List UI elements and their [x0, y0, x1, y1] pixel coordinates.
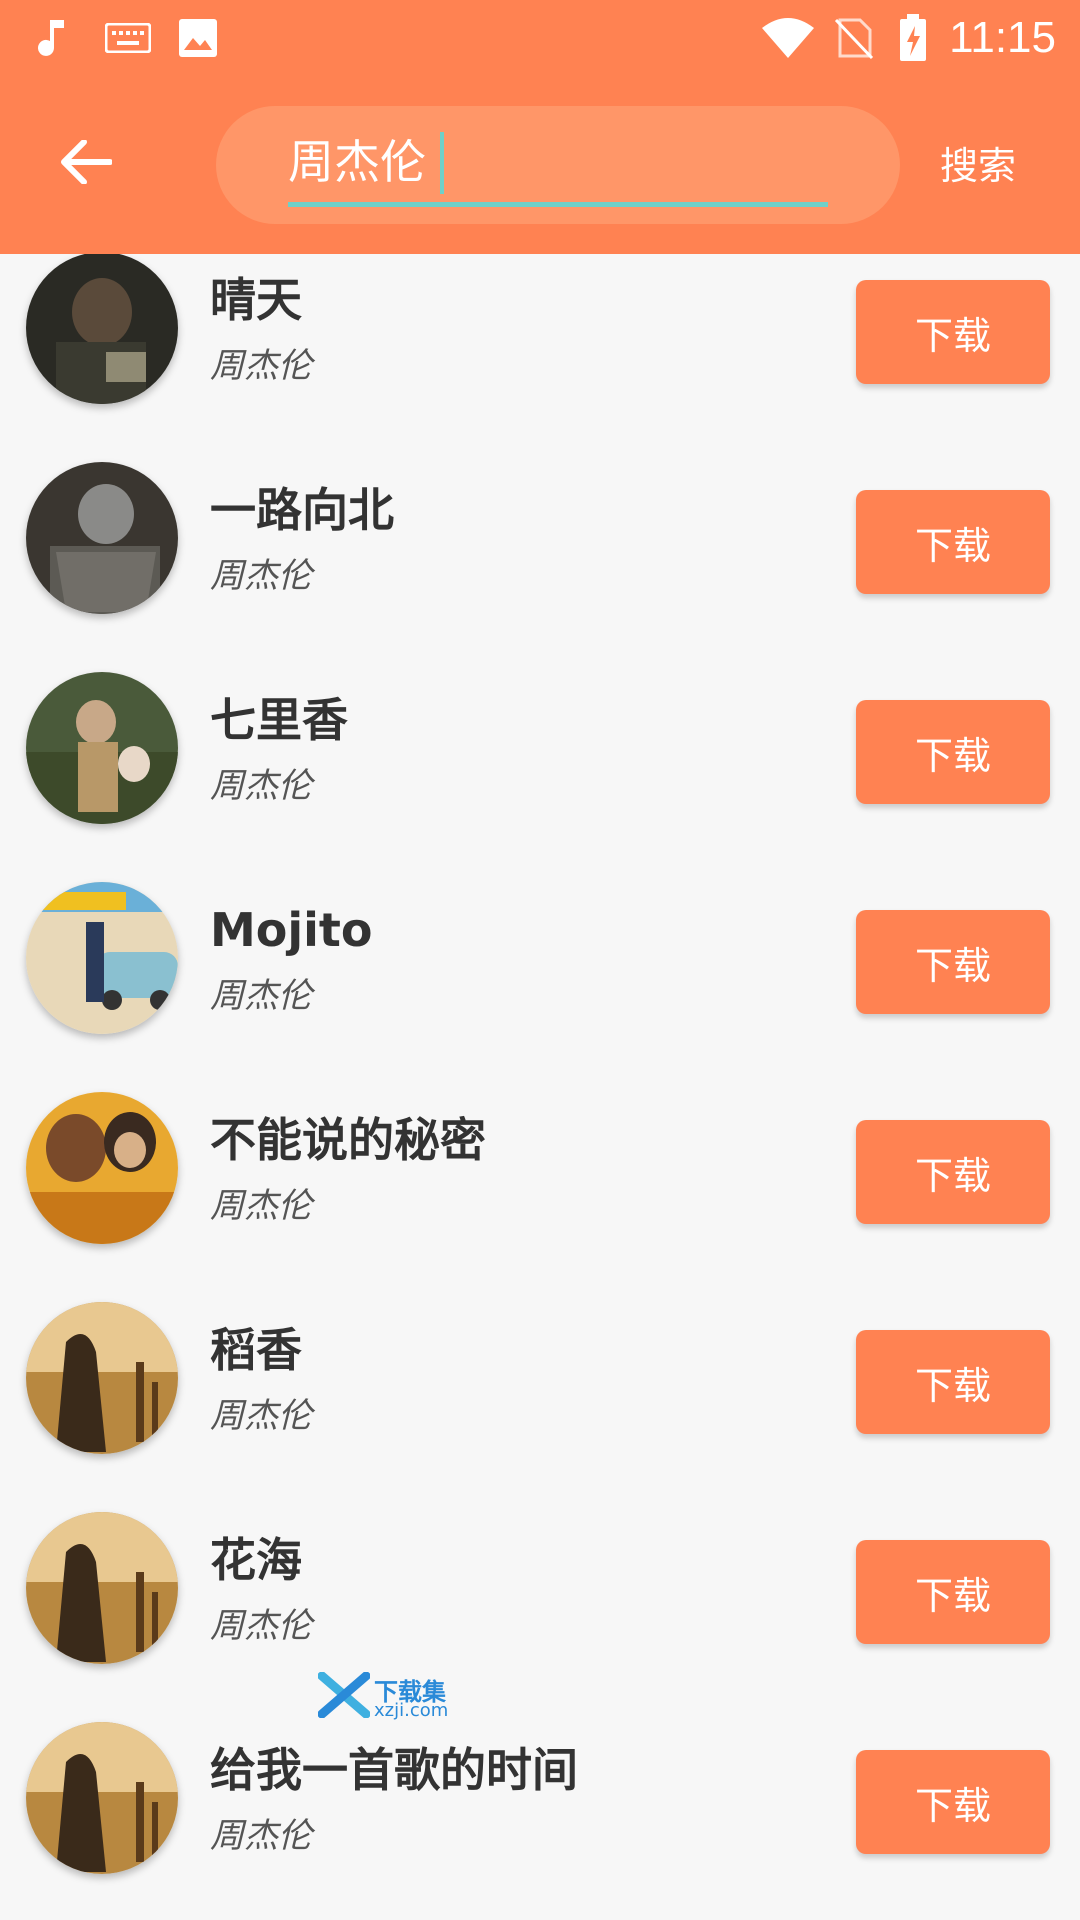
battery-charging-icon	[896, 14, 930, 62]
wifi-icon	[758, 14, 818, 62]
song-artist: 周杰伦	[210, 346, 312, 386]
list-item[interactable]: 七里香 周杰伦 下载	[0, 668, 1080, 878]
song-title: 稻香	[210, 1323, 302, 1377]
list-item[interactable]: 晴天 周杰伦 下载	[0, 254, 1080, 458]
download-button[interactable]: 下载	[856, 1330, 1050, 1434]
text-cursor	[440, 132, 444, 194]
download-button[interactable]: 下载	[856, 1540, 1050, 1644]
status-time: 11:15	[949, 13, 1056, 62]
album-cover	[26, 1722, 178, 1874]
album-cover	[26, 254, 178, 404]
list-item[interactable]: 一路向北 周杰伦 下载	[0, 458, 1080, 668]
search-button[interactable]: 搜索	[940, 136, 1060, 196]
search-box	[216, 106, 900, 224]
list-item[interactable]: 不能说的秘密 周杰伦 下载	[0, 1088, 1080, 1298]
keyboard-icon	[100, 14, 156, 62]
album-cover	[26, 1302, 178, 1454]
app-header: 11:15 搜索	[0, 0, 1080, 254]
download-button[interactable]: 下载	[856, 1120, 1050, 1224]
song-artist: 周杰伦	[210, 1606, 312, 1646]
download-button[interactable]: 下载	[856, 280, 1050, 384]
list-item[interactable]: Mojito 周杰伦 下载	[0, 878, 1080, 1088]
music-note-icon	[34, 14, 74, 62]
status-bar: 11:15	[0, 0, 1080, 76]
list-item[interactable]: 给我一首歌的时间 周杰伦 下载	[0, 1718, 1080, 1920]
song-artist: 周杰伦	[210, 1396, 312, 1436]
no-sim-icon	[832, 14, 876, 62]
song-title: 晴天	[210, 273, 302, 327]
list-item[interactable]: 稻香 周杰伦 下载	[0, 1298, 1080, 1508]
song-artist: 周杰伦	[210, 766, 312, 806]
album-cover	[26, 1512, 178, 1664]
song-artist: 周杰伦	[210, 976, 312, 1016]
song-artist: 周杰伦	[210, 1186, 312, 1226]
back-button[interactable]	[50, 126, 122, 198]
song-list: 晴天 周杰伦 下载 一路向北 周杰伦 下载 七里香 周杰伦 下载 Mojito …	[0, 254, 1080, 1920]
album-cover	[26, 462, 178, 614]
watermark-url: xzji.com	[374, 1700, 449, 1721]
list-item[interactable]: 花海 周杰伦 下载	[0, 1508, 1080, 1718]
song-title: 给我一首歌的时间	[210, 1743, 578, 1797]
image-icon	[176, 14, 220, 62]
download-button[interactable]: 下载	[856, 910, 1050, 1014]
song-title: Mojito	[210, 903, 373, 957]
song-title: 花海	[210, 1533, 302, 1587]
download-button[interactable]: 下载	[856, 700, 1050, 804]
song-title: 七里香	[210, 693, 348, 747]
search-underline	[288, 202, 828, 207]
arrow-left-icon	[61, 140, 112, 184]
album-cover	[26, 1092, 178, 1244]
download-button[interactable]: 下载	[856, 1750, 1050, 1854]
watermark-logo-icon	[317, 1671, 371, 1719]
song-artist: 周杰伦	[210, 1816, 312, 1856]
song-title: 一路向北	[210, 483, 394, 537]
album-cover	[26, 672, 178, 824]
song-title: 不能说的秘密	[210, 1113, 486, 1167]
song-artist: 周杰伦	[210, 556, 312, 596]
download-button[interactable]: 下载	[856, 490, 1050, 594]
album-cover	[26, 882, 178, 1034]
search-input[interactable]	[288, 126, 828, 192]
watermark: 下载集 xzji.com	[317, 1671, 478, 1722]
